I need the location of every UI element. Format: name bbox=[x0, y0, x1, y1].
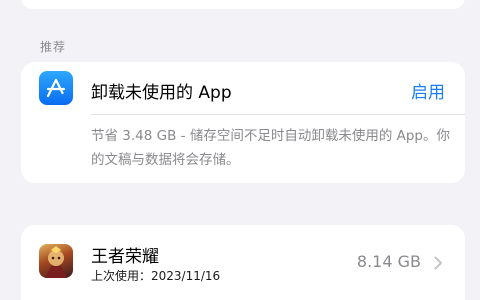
app-store-icon bbox=[39, 71, 73, 105]
game-icon bbox=[39, 244, 73, 278]
offload-apps-title: 卸载未使用的 App bbox=[91, 83, 232, 103]
app-last-used: 上次使用：2023/11/16 bbox=[91, 269, 221, 283]
app-name: 王者荣耀 bbox=[91, 247, 159, 267]
offload-apps-description: 节省 3.48 GB - 储存空间不足时自动卸载未使用的 App。你的文稿与数据… bbox=[91, 128, 450, 168]
offload-unused-apps-card: 卸载未使用的 App 启用 节省 3.48 GB - 储存空间不足时自动卸载未使… bbox=[21, 62, 465, 183]
app-list: 王者荣耀 上次使用：2023/11/16 8.14 GB bbox=[21, 225, 465, 300]
app-size: 8.14 GB bbox=[356, 252, 421, 271]
divider bbox=[91, 114, 465, 115]
enable-button[interactable]: 启用 bbox=[411, 78, 445, 103]
previous-card bbox=[21, 0, 465, 9]
chevron-right-icon bbox=[434, 255, 443, 274]
section-header-recommended: 推荐 bbox=[40, 40, 67, 54]
storage-settings-page: 推荐 卸载未使用的 App 启用 节省 3.48 GB - 储存空间不足时自动卸… bbox=[0, 0, 480, 300]
